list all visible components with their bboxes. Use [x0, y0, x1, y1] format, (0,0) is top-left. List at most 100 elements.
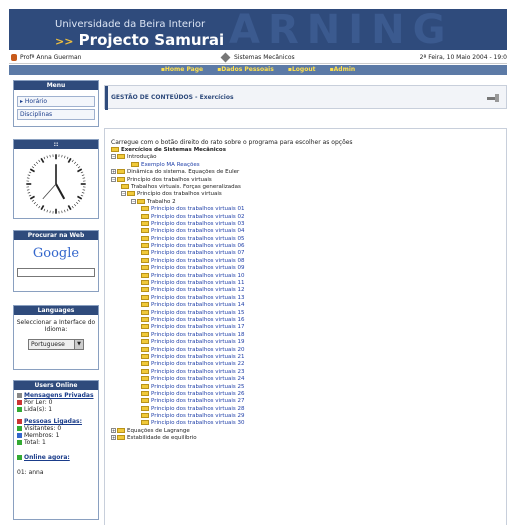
clock-icon — [26, 154, 86, 214]
tree-node[interactable]: Princípio dos trabalhos virtuais 19 — [111, 339, 500, 346]
current-course: Sistemas Mecânicos — [220, 52, 295, 63]
tree-node[interactable]: Princípio dos trabalhos virtuais 14 — [111, 302, 500, 309]
folder-icon — [141, 405, 149, 411]
nav-logout[interactable]: ▪Logout — [288, 66, 316, 73]
tree-node[interactable]: Princípio dos trabalhos virtuais 04 — [111, 228, 500, 235]
tree-node[interactable]: Princípio dos trabalhos virtuais 09 — [111, 265, 500, 272]
tree-node-label: Princípio dos trabalhos virtuais 25 — [151, 383, 245, 390]
tree-node[interactable]: Princípio dos trabalhos virtuais 15 — [111, 309, 500, 317]
folder-icon — [111, 147, 119, 152]
tree-node[interactable]: Princípio dos trabalhos virtuais 20 — [111, 346, 500, 354]
tree-node-label: Princípio dos trabalhos virtuais 18 — [151, 331, 245, 338]
clock-header: :: — [14, 140, 98, 149]
nav-admin[interactable]: ▪Admin — [330, 66, 356, 73]
folder-icon — [141, 353, 149, 359]
page-title: GESTÃO DE CONTEÚDOS - Exercícios — [111, 94, 234, 101]
menu-item-disciplinas[interactable]: Disciplinas — [17, 109, 95, 120]
tree-node-label: Princípio dos trabalhos virtuais 07 — [151, 250, 245, 257]
tree-node[interactable]: Princípio dos trabalhos virtuais 30 — [111, 420, 500, 427]
folder-icon — [141, 376, 149, 382]
tree-node[interactable]: Princípio dos trabalhos virtuais 27 — [111, 398, 500, 405]
envelope-icon — [17, 393, 22, 398]
language-select[interactable]: Portuguese ▼ — [28, 339, 84, 350]
collapse-icon[interactable]: − — [131, 198, 136, 204]
nav-dados-pessoais[interactable]: ▪Dados Pessoais — [217, 66, 274, 73]
collapse-icon[interactable]: − — [111, 176, 116, 182]
search-input[interactable] — [17, 268, 95, 277]
tree-node[interactable]: Princípio dos trabalhos virtuais 10 — [111, 272, 500, 280]
folder-icon — [117, 176, 125, 182]
visitor-icon — [17, 426, 22, 431]
online-user[interactable]: 01: anna — [17, 469, 95, 476]
messages-unread: Por Ler: 0 — [24, 399, 53, 406]
tree-node-label: Princípio dos trabalhos virtuais 10 — [151, 272, 245, 279]
folder-icon — [141, 361, 149, 367]
tree-node-label: Princípio dos trabalhos virtuais 14 — [151, 302, 245, 309]
online-now-link[interactable]: Online agora: — [17, 454, 95, 461]
project-name: Projecto Samurai — [78, 31, 225, 49]
user-name: Profª Anna Guerman — [20, 54, 82, 61]
collapse-icon[interactable]: − — [111, 154, 116, 160]
tree-node[interactable]: Princípio dos trabalhos virtuais 07 — [111, 250, 500, 257]
private-messages-link[interactable]: Mensagens Privadas — [17, 392, 95, 399]
tree-node-label: Princípio dos trabalhos virtuais 02 — [151, 213, 245, 220]
folder-icon — [127, 191, 135, 197]
tree-node-label: Princípio dos trabalhos virtuais 27 — [151, 398, 245, 405]
header-banner: ARNING Universidade da Beira Interior >>… — [9, 9, 507, 50]
users-online-box: Users Online Mensagens Privadas Por Ler:… — [13, 380, 99, 520]
collapse-icon[interactable]: − — [121, 191, 126, 197]
tree-node[interactable]: Princípio dos trabalhos virtuais 17 — [111, 324, 500, 331]
expand-icon[interactable]: + — [111, 435, 116, 441]
folder-icon — [141, 213, 149, 219]
tree-node-label: Estabilidade de equilíbrio — [127, 435, 197, 442]
tree-node-label: Princípio dos trabalhos virtuais 26 — [151, 390, 245, 397]
nav-home[interactable]: ▪Home Page — [161, 66, 203, 73]
tree-node-label: Princípio dos trabalhos virtuais 24 — [151, 376, 245, 383]
tree-node[interactable]: Princípio dos trabalhos virtuais 02 — [111, 213, 500, 221]
tree-node[interactable]: Exercícios de Sistemas Mecânicos — [111, 147, 500, 154]
tree-node[interactable]: + Estabilidade de equilíbrio — [111, 435, 500, 442]
folder-icon — [141, 309, 149, 315]
folder-icon — [131, 161, 139, 167]
tree-node[interactable]: Princípio dos trabalhos virtuais 12 — [111, 287, 500, 294]
project-title: >> Projecto Samurai — [55, 31, 224, 49]
connected-people-link[interactable]: Pessoas Ligadas: — [17, 418, 95, 425]
info-bar: Profª Anna Guerman Sistemas Mecânicos 2ª… — [9, 51, 507, 64]
tree-node[interactable]: Princípio dos trabalhos virtuais 24 — [111, 376, 500, 383]
tree-node[interactable]: − Princípio dos trabalhos virtuais — [111, 191, 500, 198]
tree-node[interactable]: + Dinâmica do sistema. Equações de Euler — [111, 169, 500, 176]
menu-item-horario[interactable]: ▸ Horário — [17, 96, 95, 107]
tree-node[interactable]: Princípio dos trabalhos virtuais 28 — [111, 405, 500, 413]
folder-icon — [141, 280, 149, 286]
folder-icon — [141, 250, 149, 256]
tree-node-label: Princípio dos trabalhos virtuais 06 — [151, 243, 245, 250]
folder-icon — [141, 228, 149, 234]
folder-icon — [117, 427, 125, 433]
folder-icon — [137, 198, 145, 204]
double-arrow-icon: >> — [55, 35, 74, 48]
course-icon — [220, 52, 231, 63]
main-nav: ▪Home Page ▪Dados Pessoais ▪Logout ▪Admi… — [9, 65, 507, 75]
folder-icon — [141, 413, 149, 419]
expand-icon[interactable]: + — [111, 169, 116, 175]
tree-node[interactable]: − Princípio dos trabalhos virtuais — [111, 176, 500, 184]
tree-node[interactable]: Princípio dos trabalhos virtuais 23 — [111, 368, 500, 376]
tree-node[interactable]: Princípio dos trabalhos virtuais 25 — [111, 383, 500, 391]
tree-node-label: Dinâmica do sistema. Equações de Euler — [127, 169, 240, 176]
tree-node-label: Princípio dos trabalhos virtuais 23 — [151, 368, 245, 375]
folder-icon — [141, 346, 149, 352]
expand-icon[interactable]: + — [111, 427, 116, 433]
tree-node-label: Princípio dos trabalhos virtuais 30 — [151, 420, 245, 427]
tree-node-label: Princípio dos trabalhos virtuais 01 — [151, 206, 245, 213]
tree-node[interactable]: − Introdução — [111, 154, 500, 161]
tree-node-label: Equações de Lagrange — [127, 427, 190, 434]
tree-node[interactable]: Princípio dos trabalhos virtuais 05 — [111, 235, 500, 243]
tree-node[interactable]: Princípio dos trabalhos virtuais 01 — [111, 206, 500, 213]
tree-node[interactable]: Princípio dos trabalhos virtuais 22 — [111, 361, 500, 368]
menu-box: Menu ▸ Horário Disciplinas — [13, 80, 99, 127]
tools-icon[interactable] — [486, 92, 500, 104]
folder-icon — [141, 302, 149, 308]
languages-box: Languages Seleccionar a Interface do Idi… — [13, 305, 99, 370]
folder-icon — [141, 316, 149, 322]
tree-node-label: Princípio dos trabalhos virtuais 05 — [151, 235, 245, 242]
